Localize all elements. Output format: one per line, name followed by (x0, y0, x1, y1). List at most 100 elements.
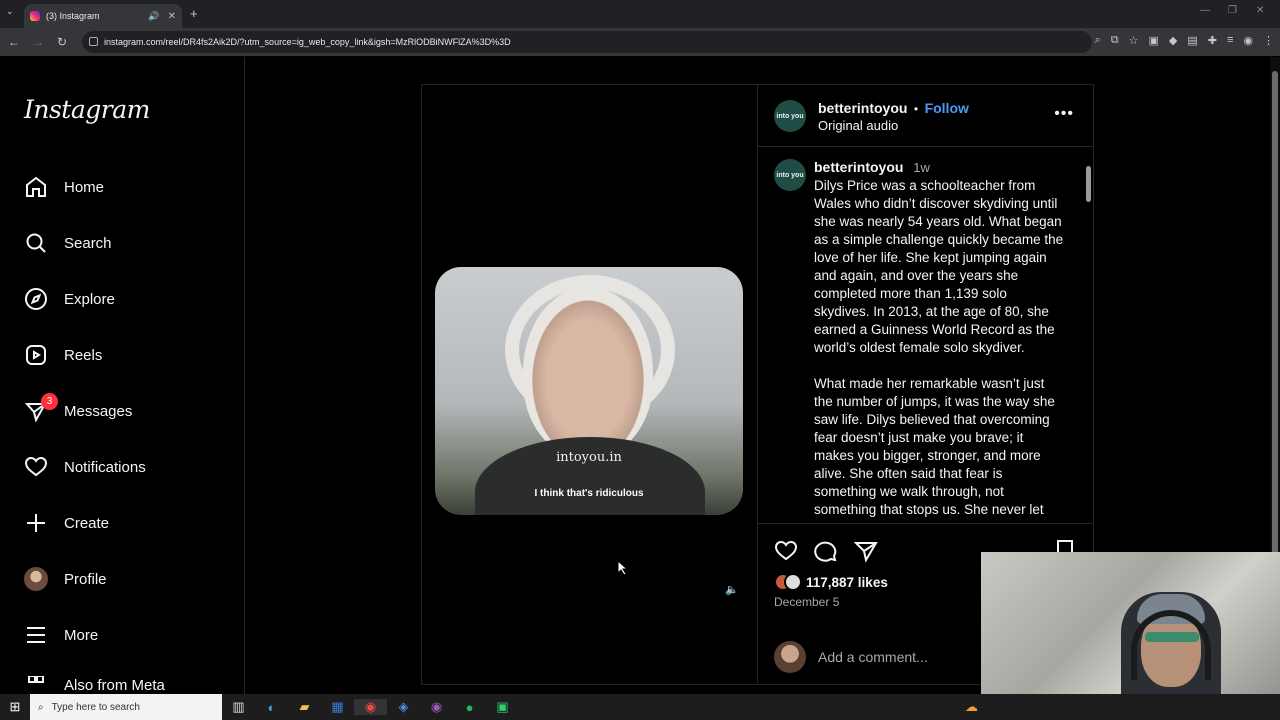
post-date[interactable]: December 5 (774, 595, 839, 609)
sidebar-item-label: Messages (64, 402, 133, 420)
sidebar-item-reels[interactable]: Reels (24, 340, 102, 370)
sidebar-item-also-from-meta[interactable]: Also from Meta (24, 676, 165, 694)
author-username[interactable]: betterintoyou (818, 100, 907, 116)
reload-icon[interactable]: ↻ (50, 35, 74, 49)
sidebar-item-label: Profile (64, 570, 107, 588)
meta-icon (24, 676, 48, 694)
browser-tab-bar: ⌄ (3) Instagram 🔊 ✕ + — ❐ ✕ (0, 0, 1280, 28)
profile-avatar (24, 567, 48, 591)
tab-audio-icon[interactable]: 🔊 (148, 11, 159, 22)
reel-video[interactable]: intoyou.in I think that's ridiculous (435, 267, 743, 515)
sidebar-item-explore[interactable]: Explore (24, 284, 115, 314)
heart-icon (24, 455, 48, 479)
video-body-shape (475, 437, 705, 515)
task-view-icon[interactable]: ▥ (222, 699, 255, 715)
reel-player[interactable]: intoyou.in I think that's ridiculous 🔈 (421, 84, 758, 685)
video-face-shape (523, 287, 653, 457)
sidebar-item-home[interactable]: Home (24, 172, 104, 202)
edge-icon[interactable]: ◐ (255, 700, 288, 715)
reels-icon (24, 343, 48, 367)
file-explorer-icon[interactable]: ▰ (288, 699, 321, 715)
likes-count[interactable]: 117,887 likes (806, 575, 888, 590)
share-icon[interactable] (853, 539, 878, 568)
comment-box[interactable]: Add a comment... (774, 641, 928, 673)
close-window-icon[interactable]: ✕ (1256, 5, 1264, 16)
maximize-icon[interactable]: ❐ (1228, 5, 1237, 16)
app-2-icon[interactable]: ◉ (420, 699, 453, 715)
audio-muted-icon[interactable]: 🔈 (725, 583, 739, 596)
forward-icon[interactable]: → (26, 35, 50, 49)
sidebar-item-label: Create (64, 514, 110, 532)
minimize-icon[interactable]: — (1200, 5, 1210, 16)
browser-tab[interactable]: (3) Instagram 🔊 ✕ (24, 4, 182, 28)
caption-scroll-thumb[interactable] (1086, 166, 1091, 202)
sidebar-item-create[interactable]: Create (24, 508, 109, 538)
media-control-icon[interactable]: ≡ (1227, 34, 1233, 47)
url-text: instagram.com/reel/DR4fs2Aik2D/?utm_sour… (104, 37, 511, 47)
instagram-favicon-icon (30, 11, 40, 21)
windows-start-icon[interactable]: ⊞ (0, 699, 30, 715)
sidebar-item-label: Reels (64, 346, 103, 364)
likes-row[interactable]: 117,887 likes (774, 573, 888, 591)
taskbar-search[interactable]: ⌕ Type here to search (30, 694, 222, 720)
caption-scrollbar[interactable] (1086, 148, 1091, 523)
tab-close-icon[interactable]: ✕ (168, 11, 176, 22)
chrome-icon[interactable]: ◉ (354, 699, 387, 715)
sidebar-item-label: Also from Meta (64, 676, 165, 694)
translate-icon[interactable]: ▣ (1148, 34, 1158, 47)
extensions-puzzle-icon[interactable]: ✚ (1208, 34, 1217, 47)
zoom-icon[interactable]: ⌕ (1095, 34, 1101, 47)
avatar-text: into you (776, 171, 804, 179)
sidebar-item-search[interactable]: Search (24, 228, 112, 258)
instagram-logo[interactable]: Instagram (24, 95, 150, 124)
mouse-cursor-icon (617, 560, 629, 576)
video-watermark: intoyou.in (556, 450, 622, 465)
sidebar: Instagram Home Search Explore Reels 3 Me… (0, 57, 245, 694)
caption-paragraph: What made her remarkable wasn’t just the… (814, 376, 1055, 517)
comment-icon[interactable] (814, 539, 838, 568)
caption-username[interactable]: betterintoyou (814, 159, 903, 175)
kebab-menu-icon[interactable]: ⋮ (1263, 34, 1274, 47)
address-bar[interactable]: instagram.com/reel/DR4fs2Aik2D/?utm_sour… (82, 31, 1092, 53)
sidebar-item-messages[interactable]: 3 Messages (24, 393, 133, 426)
back-icon[interactable]: ← (2, 35, 26, 49)
app-icon[interactable]: ◈ (387, 699, 420, 715)
like-heart-icon[interactable] (774, 539, 798, 568)
sidebar-item-more[interactable]: More (24, 620, 98, 650)
sidebar-item-profile[interactable]: Profile (24, 564, 107, 594)
install-icon[interactable]: ⧉ (1111, 34, 1119, 47)
comment-input[interactable]: Add a comment... (818, 649, 928, 665)
follow-button[interactable]: Follow (925, 100, 969, 116)
webcam-headset (1131, 610, 1211, 680)
tab-search-icon[interactable]: ⌄ (6, 6, 20, 20)
caption-time: 1w (913, 160, 930, 175)
app-3-icon[interactable]: ▣ (486, 699, 519, 715)
caption-author-avatar[interactable]: into you (774, 159, 806, 191)
weather-icon[interactable]: ☁ (955, 699, 988, 715)
sidebar-item-label: Explore (64, 290, 115, 308)
author-avatar[interactable]: into you (774, 100, 806, 132)
menu-icon (24, 623, 48, 647)
liker-avatar (784, 573, 802, 591)
tab-title: (3) Instagram (46, 11, 100, 21)
account-icon[interactable]: ◉ (1243, 34, 1253, 47)
home-icon (24, 175, 48, 199)
caption-area[interactable]: into you betterintoyou 1w Dilys Price wa… (758, 148, 1094, 524)
sidebar-item-label: Search (64, 234, 112, 252)
browser-toolbar: ← → ↻ instagram.com/reel/DR4fs2Aik2D/?ut… (0, 28, 1280, 56)
windows-taskbar: ⊞ ⌕ Type here to search ▥ ◐ ▰ ▦ ◉ ◈ ◉ ● … (0, 694, 1280, 720)
store-icon[interactable]: ▦ (321, 699, 354, 715)
bookmark-star-icon[interactable]: ☆ (1129, 34, 1139, 47)
sidebar-item-notifications[interactable]: Notifications (24, 452, 146, 482)
extension-icon[interactable]: ◆ (1169, 34, 1177, 47)
spotify-icon[interactable]: ● (453, 700, 486, 715)
sidebar-item-label: More (64, 626, 99, 644)
extension-2-icon[interactable]: ▤ (1187, 34, 1197, 47)
messages-badge: 3 (41, 393, 58, 410)
new-tab-button[interactable]: + (190, 6, 198, 21)
messenger-icon: 3 (24, 393, 58, 423)
post-header: into you betterintoyou • Follow Original… (758, 85, 1094, 147)
audio-label[interactable]: Original audio (818, 118, 898, 133)
site-info-icon[interactable] (89, 37, 98, 46)
more-options-icon[interactable]: ••• (1054, 105, 1074, 123)
